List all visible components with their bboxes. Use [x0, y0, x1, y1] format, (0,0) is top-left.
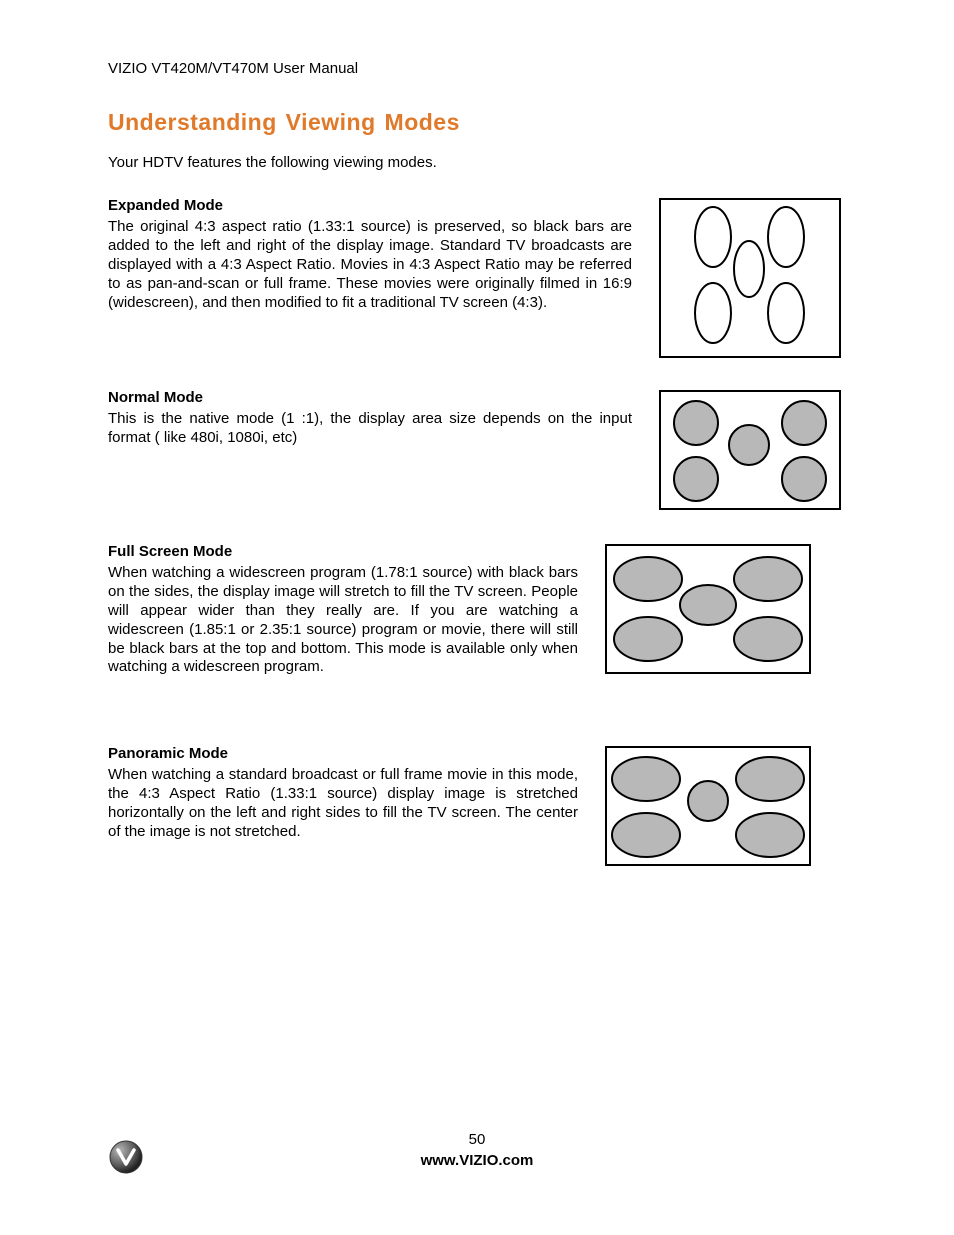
mode-expanded: Expanded Mode The original 4:3 aspect ra… — [108, 197, 846, 361]
fullscreen-mode-diagram — [600, 543, 816, 677]
intro-text: Your HDTV features the following viewing… — [108, 154, 846, 171]
section-title: Understanding Viewing Modes — [108, 109, 846, 136]
document-header: VIZIO VT420M/VT470M User Manual — [108, 60, 846, 77]
mode-panoramic: Panoramic Mode When watching a standard … — [108, 745, 846, 871]
mode-normal: Normal Mode This is the native mode (1 :… — [108, 389, 846, 515]
mode-heading: Panoramic Mode — [108, 745, 578, 762]
mode-body: This is the native mode (1 :1), the disp… — [108, 410, 632, 448]
normal-mode-diagram — [654, 389, 846, 515]
mode-heading: Full Screen Mode — [108, 543, 578, 560]
panoramic-mode-diagram — [600, 745, 816, 871]
mode-heading: Normal Mode — [108, 389, 632, 406]
mode-body: When watching a standard broadcast or fu… — [108, 766, 578, 842]
mode-body: The original 4:3 aspect ratio (1.33:1 so… — [108, 218, 632, 312]
mode-heading: Expanded Mode — [108, 197, 632, 214]
vizio-logo-icon — [108, 1139, 144, 1175]
expanded-mode-diagram — [654, 197, 846, 361]
mode-body: When watching a widescreen program (1.78… — [108, 564, 578, 677]
mode-fullscreen: Full Screen Mode When watching a widescr… — [108, 543, 846, 677]
